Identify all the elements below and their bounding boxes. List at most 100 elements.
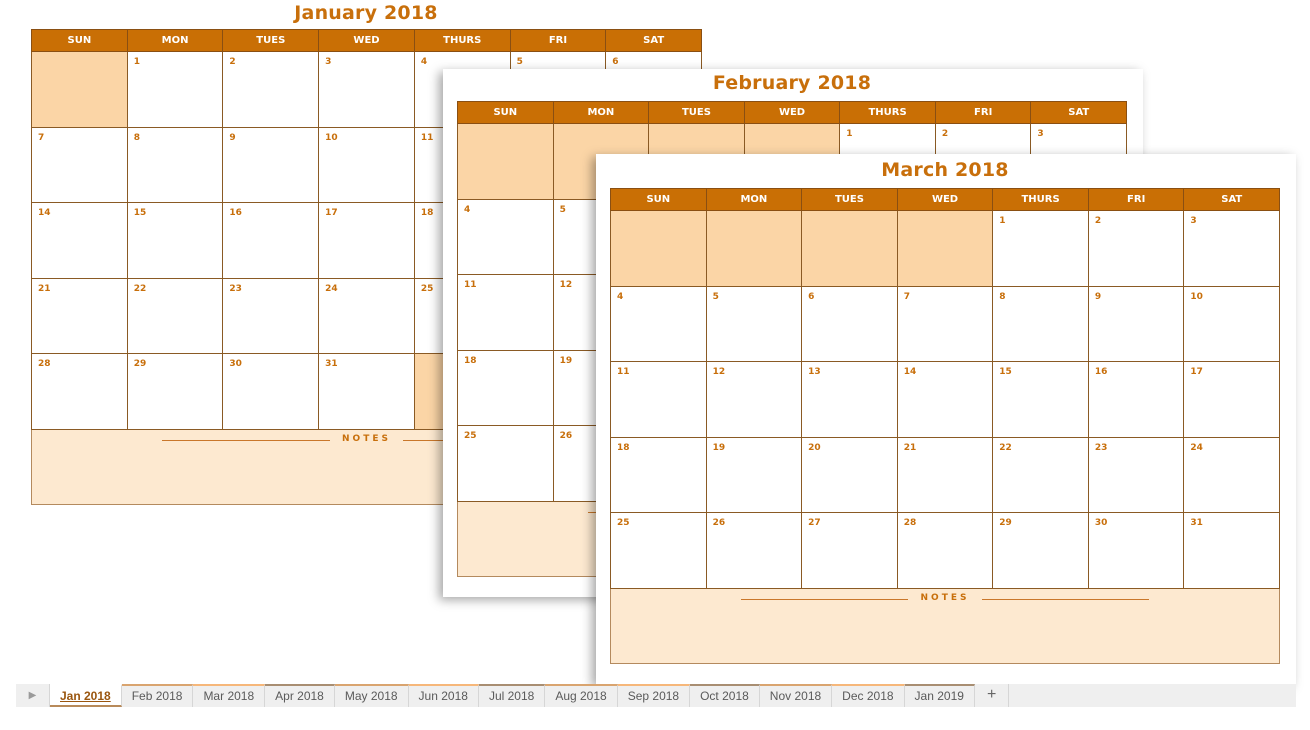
- day-cell[interactable]: 13: [802, 362, 898, 438]
- day-number: 31: [325, 359, 338, 370]
- day-number: 3: [1037, 129, 1044, 139]
- day-cell[interactable]: 16: [1088, 362, 1185, 438]
- sheet-tab-aug-2018[interactable]: Aug 2018: [545, 684, 618, 707]
- day-cell[interactable]: 4: [458, 199, 554, 276]
- day-cell[interactable]: 28: [897, 513, 994, 589]
- day-cell[interactable]: 23: [223, 278, 320, 355]
- day-cell[interactable]: 24: [1184, 437, 1280, 514]
- day-cell[interactable]: 21: [897, 437, 994, 514]
- sheet-tab-feb-2018[interactable]: Feb 2018: [121, 684, 194, 707]
- sheet-tab-may-2018[interactable]: May 2018: [334, 684, 409, 707]
- day-cell[interactable]: 15: [993, 362, 1089, 438]
- day-cell[interactable]: 23: [1088, 437, 1185, 514]
- day-number: 18: [420, 208, 434, 219]
- day-cell[interactable]: 7: [32, 127, 128, 204]
- day-cell[interactable]: 6: [802, 286, 898, 363]
- day-cell[interactable]: 3: [1184, 211, 1280, 287]
- sheet-tab-dec-2018[interactable]: Dec 2018: [832, 684, 905, 707]
- weekday-tues: TUES: [648, 102, 744, 123]
- day-cell[interactable]: 29: [127, 354, 224, 430]
- day-number: 11: [420, 132, 434, 143]
- sheet-tab-sep-2018[interactable]: Sep 2018: [617, 684, 691, 707]
- day-cell[interactable]: 15: [127, 203, 224, 279]
- day-cell[interactable]: 17: [1184, 362, 1280, 438]
- weekday-thurs: THURS: [992, 189, 1088, 210]
- sheet-tab-nov-2018[interactable]: Nov 2018: [759, 684, 833, 707]
- day-cell[interactable]: 11: [611, 362, 707, 438]
- day-number: 25: [617, 518, 630, 529]
- empty-day-cell[interactable]: [706, 211, 803, 287]
- day-cell[interactable]: 4: [611, 286, 707, 363]
- day-cell[interactable]: 28: [32, 354, 128, 430]
- day-cell[interactable]: 20: [802, 437, 898, 514]
- day-cell[interactable]: 31: [319, 354, 415, 430]
- day-number: 9: [1094, 291, 1102, 302]
- day-number: 14: [903, 367, 917, 378]
- day-number: 6: [612, 57, 619, 67]
- sheet-tab-oct-2018[interactable]: Oct 2018: [690, 684, 760, 707]
- sheet-tab-apr-2018[interactable]: Apr 2018: [265, 684, 335, 707]
- day-cell[interactable]: 30: [1088, 513, 1185, 589]
- day-cell[interactable]: 2: [223, 52, 320, 128]
- day-cell[interactable]: 25: [458, 426, 554, 502]
- day-number: 16: [229, 208, 242, 219]
- empty-day-cell[interactable]: [32, 52, 128, 128]
- day-cell[interactable]: 9: [1088, 286, 1185, 363]
- day-cell[interactable]: 7: [897, 286, 994, 363]
- add-sheet-button[interactable]: +: [975, 684, 1010, 707]
- day-cell[interactable]: 25: [611, 513, 707, 589]
- day-cell[interactable]: 9: [223, 127, 320, 204]
- day-cell[interactable]: 27: [802, 513, 898, 589]
- day-cell[interactable]: 22: [127, 278, 224, 355]
- day-cell[interactable]: 1: [993, 211, 1089, 287]
- notes-area[interactable]: NOTES: [610, 589, 1280, 664]
- day-cell[interactable]: 31: [1184, 513, 1280, 589]
- day-number: 2: [941, 129, 949, 139]
- weekday-thurs: THURS: [839, 102, 935, 123]
- day-cell[interactable]: 5: [706, 286, 803, 363]
- day-number: 1: [133, 57, 140, 67]
- sheet-tab-mar-2018[interactable]: Mar 2018: [193, 684, 266, 707]
- day-cell[interactable]: 16: [223, 203, 320, 279]
- day-cell[interactable]: 24: [319, 278, 415, 355]
- day-cell[interactable]: 29: [993, 513, 1089, 589]
- day-cell[interactable]: 30: [223, 354, 320, 430]
- day-number: 19: [712, 442, 726, 453]
- scroll-tabs-icon[interactable]: ▶: [16, 684, 50, 707]
- day-number: 11: [617, 367, 630, 378]
- day-number: 30: [1094, 518, 1108, 529]
- day-cell[interactable]: 14: [897, 362, 994, 438]
- day-cell[interactable]: 18: [458, 350, 554, 427]
- weekday-header: SUN MON TUES WED THURS FRI SAT: [457, 101, 1127, 124]
- empty-day-cell[interactable]: [458, 124, 554, 200]
- day-cell[interactable]: 14: [32, 203, 128, 279]
- day-cell[interactable]: 10: [1184, 286, 1280, 363]
- day-cell[interactable]: 17: [319, 203, 415, 279]
- day-cell[interactable]: 10: [319, 127, 415, 204]
- day-number: 31: [1190, 518, 1203, 529]
- sheet-tab-jan-2019[interactable]: Jan 2019: [904, 684, 975, 707]
- day-cell[interactable]: 1: [127, 52, 224, 128]
- sheet-tab-jan-2018[interactable]: Jan 2018: [50, 684, 122, 707]
- day-cell[interactable]: 22: [993, 437, 1089, 514]
- day-number: 25: [420, 283, 434, 294]
- day-cell[interactable]: 26: [706, 513, 803, 589]
- empty-day-cell[interactable]: [611, 211, 707, 287]
- day-cell[interactable]: 8: [127, 127, 224, 204]
- day-cell[interactable]: 21: [32, 278, 128, 355]
- day-cell[interactable]: 19: [706, 437, 803, 514]
- calendar-title: February 2018: [712, 72, 872, 94]
- day-cell[interactable]: 8: [993, 286, 1089, 363]
- day-cell[interactable]: 2: [1088, 211, 1185, 287]
- day-cell[interactable]: 3: [319, 52, 415, 128]
- day-cell[interactable]: 18: [611, 437, 707, 514]
- sheet-tab-jun-2018[interactable]: Jun 2018: [408, 684, 479, 707]
- day-number: 28: [903, 518, 917, 529]
- weekday-sun: SUN: [646, 194, 671, 205]
- empty-day-cell[interactable]: [802, 211, 898, 287]
- empty-day-cell[interactable]: [897, 211, 994, 287]
- day-cell[interactable]: 12: [706, 362, 803, 438]
- day-cell[interactable]: 11: [458, 275, 554, 351]
- sheet-tab-jul-2018[interactable]: Jul 2018: [478, 684, 546, 707]
- day-number: 10: [1190, 291, 1203, 302]
